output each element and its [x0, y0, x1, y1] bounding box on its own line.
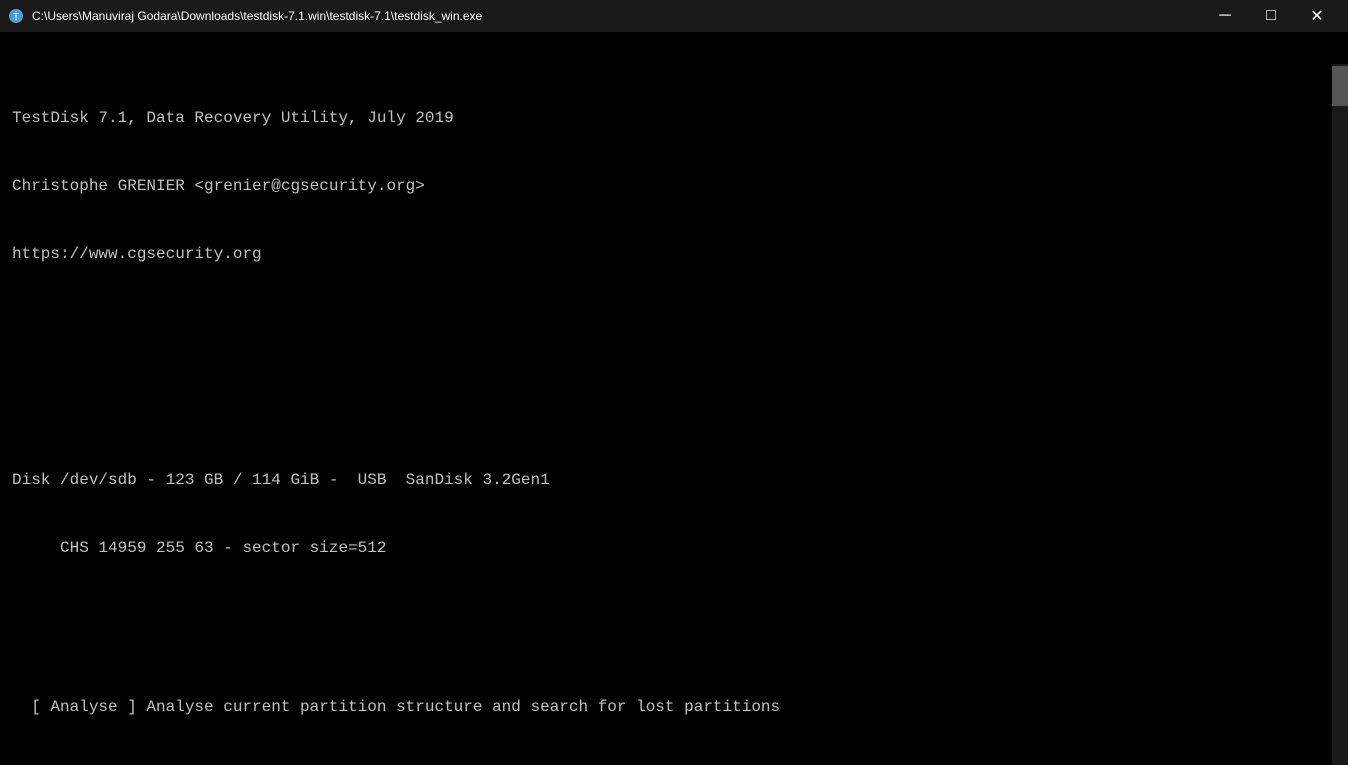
title-bar: T C:\Users\Manuviraj Godara\Downloads\te… [0, 0, 1348, 32]
svg-text:T: T [13, 12, 19, 23]
blank-line-2 [12, 379, 1320, 402]
disk-line-2: CHS 14959 255 63 - sector size=512 [12, 537, 1320, 560]
title-bar-text: C:\Users\Manuviraj Godara\Downloads\test… [32, 9, 1194, 23]
terminal-area: TestDisk 7.1, Data Recovery Utility, Jul… [0, 32, 1348, 765]
blank-line-3 [12, 605, 1320, 628]
header-line-1: TestDisk 7.1, Data Recovery Utility, Jul… [12, 107, 1320, 130]
maximize-button[interactable]: □ [1248, 0, 1294, 32]
window-controls: ─ □ ✕ [1202, 0, 1340, 32]
app-icon: T [8, 8, 24, 24]
menu-item-analyse[interactable]: [ Analyse ] Analyse current partition st… [12, 696, 1320, 719]
disk-line-1: Disk /dev/sdb - 123 GB / 114 GiB - USB S… [12, 469, 1320, 492]
header-line-2: Christophe GRENIER <grenier@cgsecurity.o… [12, 175, 1320, 198]
header-line-3: https://www.cgsecurity.org [12, 243, 1320, 266]
blank-line-1 [12, 311, 1320, 334]
terminal-content: TestDisk 7.1, Data Recovery Utility, Jul… [0, 32, 1332, 765]
minimize-button[interactable]: ─ [1202, 0, 1248, 32]
main-window: T C:\Users\Manuviraj Godara\Downloads\te… [0, 0, 1348, 765]
scrollbar[interactable] [1332, 64, 1348, 765]
scrollbar-thumb[interactable] [1332, 66, 1348, 106]
close-button[interactable]: ✕ [1294, 0, 1340, 32]
